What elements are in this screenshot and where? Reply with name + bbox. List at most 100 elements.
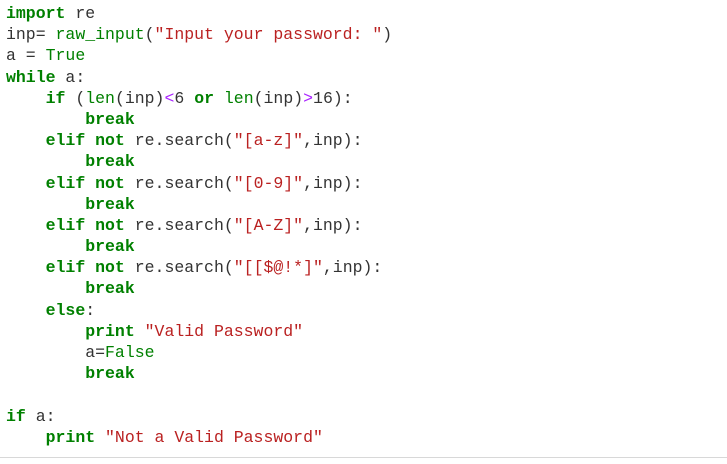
code-token: "Valid Password": [144, 321, 304, 341]
code-token: re: [65, 4, 96, 23]
code-token: False: [105, 343, 155, 362]
code-line: break: [6, 236, 727, 257]
code-token: elif: [45, 258, 86, 278]
code-token: len: [85, 88, 115, 108]
code-token: break: [85, 194, 135, 214]
code-token: elif: [45, 131, 86, 151]
code-token: or: [194, 88, 214, 108]
code-token: print: [85, 321, 135, 341]
code-line: elif not re.search("[a-z]",inp):: [6, 130, 727, 151]
code-token: "[a-z]": [233, 131, 304, 151]
code-token: (inp): [114, 88, 165, 108]
code-token: ): [382, 25, 393, 45]
code-token: ,inp):: [303, 215, 363, 235]
code-line: elif not re.search("[[$@!*]",inp):: [6, 257, 727, 278]
code-token: break: [85, 152, 135, 172]
code-block[interactable]: import re inp= raw_input("Input your pass…: [0, 0, 727, 458]
code-token: a =: [6, 46, 46, 66]
code-token: ,inp):: [303, 173, 363, 193]
code-line: break: [6, 363, 727, 384]
code-token: a=: [6, 343, 106, 362]
code-token: ,inp):: [303, 131, 363, 151]
code-token: re.search(: [124, 131, 234, 151]
code-token: True: [45, 46, 86, 66]
code-token: 16):: [313, 88, 353, 108]
code-token: re.search(: [124, 258, 234, 278]
code-line: break: [6, 278, 727, 299]
code-line: a = True: [6, 45, 727, 66]
code-token: raw_input: [55, 25, 145, 45]
code-token: break: [85, 364, 135, 384]
code-token: 6: [174, 88, 195, 108]
code-token: else: [45, 300, 86, 320]
code-token: a:: [55, 67, 86, 87]
code-token: if: [45, 88, 66, 108]
code-token: re.search(: [124, 173, 234, 193]
code-token: elif: [45, 215, 86, 235]
code-token: if: [6, 406, 26, 426]
code-token: not: [95, 258, 125, 278]
code-token: break: [85, 279, 135, 299]
code-token: "Not a Valid Password": [105, 427, 323, 447]
code-token: re.search(: [124, 215, 234, 235]
code-token: import: [6, 4, 66, 23]
code-line: break: [6, 109, 727, 130]
code-token: break: [85, 109, 135, 129]
code-token: a:: [25, 406, 56, 426]
code-token: len: [223, 88, 254, 108]
code-line: break: [6, 151, 727, 172]
code-token: break: [85, 237, 135, 257]
code-token: while: [6, 67, 56, 87]
code-line: elif not re.search("[0-9]",inp):: [6, 173, 727, 194]
code-token: "[[$@!*]": [233, 258, 323, 278]
code-line: else:: [6, 300, 727, 321]
code-token: (inp): [253, 88, 304, 108]
code-line: elif not re.search("[A-Z]",inp):: [6, 215, 727, 236]
code-token: "[0-9]": [233, 173, 304, 193]
code-token: "[A-Z]": [233, 215, 304, 235]
code-line: break: [6, 194, 727, 215]
code-line: import re: [6, 3, 727, 24]
code-token: not: [95, 173, 125, 193]
code-line: a=False: [6, 342, 727, 363]
code-line: print "Valid Password": [6, 321, 727, 342]
code-token: :: [85, 300, 96, 320]
code-line: if a:: [6, 406, 727, 427]
code-token: (: [65, 88, 86, 108]
code-token: <: [164, 88, 175, 108]
code-token: >: [303, 88, 314, 108]
code-token: not: [95, 131, 125, 151]
code-line: if (len(inp)<6 or len(inp)>16):: [6, 88, 727, 109]
code-line: print "Not a Valid Password": [6, 427, 727, 448]
code-token: not: [95, 215, 125, 235]
code-line: while a:: [6, 67, 727, 88]
code-token: (: [144, 25, 155, 45]
code-token: print: [45, 427, 96, 447]
code-token: ,inp):: [322, 258, 383, 278]
code-token: "Input your password: ": [154, 25, 383, 45]
code-line: inp= raw_input("Input your password: "): [6, 24, 727, 45]
code-token: inp=: [6, 25, 56, 45]
code-token: elif: [45, 173, 86, 193]
